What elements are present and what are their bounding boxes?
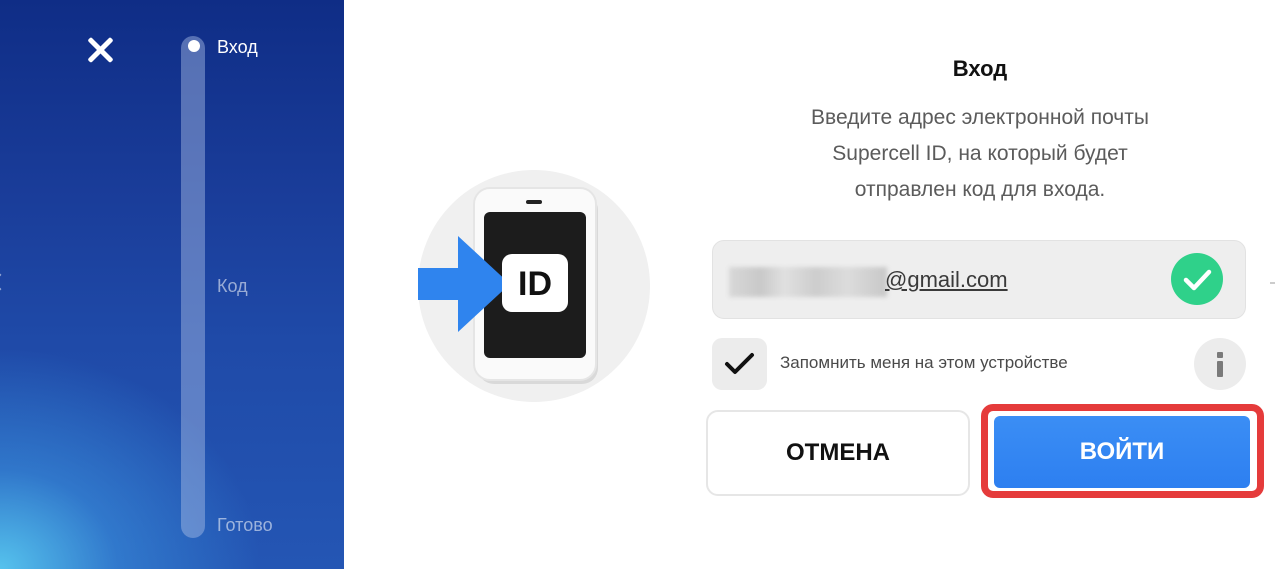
instruction-text: Введите адрес электронной почты Supercel… xyxy=(811,106,1149,201)
phone-id-icon: ID xyxy=(418,170,650,402)
id-badge-text: ID xyxy=(518,265,552,303)
progress-indicator-dot xyxy=(188,40,200,52)
email-value: @gmail.com xyxy=(885,267,1008,292)
email-redacted-part xyxy=(729,267,887,297)
progress-track xyxy=(181,36,205,538)
right-edge-marker xyxy=(1270,282,1275,284)
login-button[interactable]: ВОЙТИ xyxy=(994,416,1250,488)
close-icon[interactable] xyxy=(80,30,120,70)
phone-id-illustration: ID xyxy=(414,168,654,408)
login-screen: Вход Код Готово ID Вход Введите адрес эл… xyxy=(0,0,1275,569)
email-field[interactable]: @gmail.com xyxy=(712,240,1246,319)
chevron-left-icon xyxy=(0,273,9,291)
progress-sidebar: Вход Код Готово xyxy=(0,0,344,569)
page-title: Вход xyxy=(952,56,1008,81)
remember-checkbox[interactable] xyxy=(712,338,767,390)
step-login-label: Вход xyxy=(217,37,258,57)
info-glyph xyxy=(1217,352,1223,377)
info-icon[interactable] xyxy=(1194,338,1246,390)
cancel-button[interactable]: ОТМЕНА xyxy=(706,410,970,496)
step-code-label: Код xyxy=(217,276,248,296)
step-done-label: Готово xyxy=(217,515,273,535)
check-circle-icon xyxy=(1171,253,1223,305)
checkmark-icon xyxy=(725,353,754,374)
remember-label: Запомнить меня на этом устройстве xyxy=(780,353,1068,372)
